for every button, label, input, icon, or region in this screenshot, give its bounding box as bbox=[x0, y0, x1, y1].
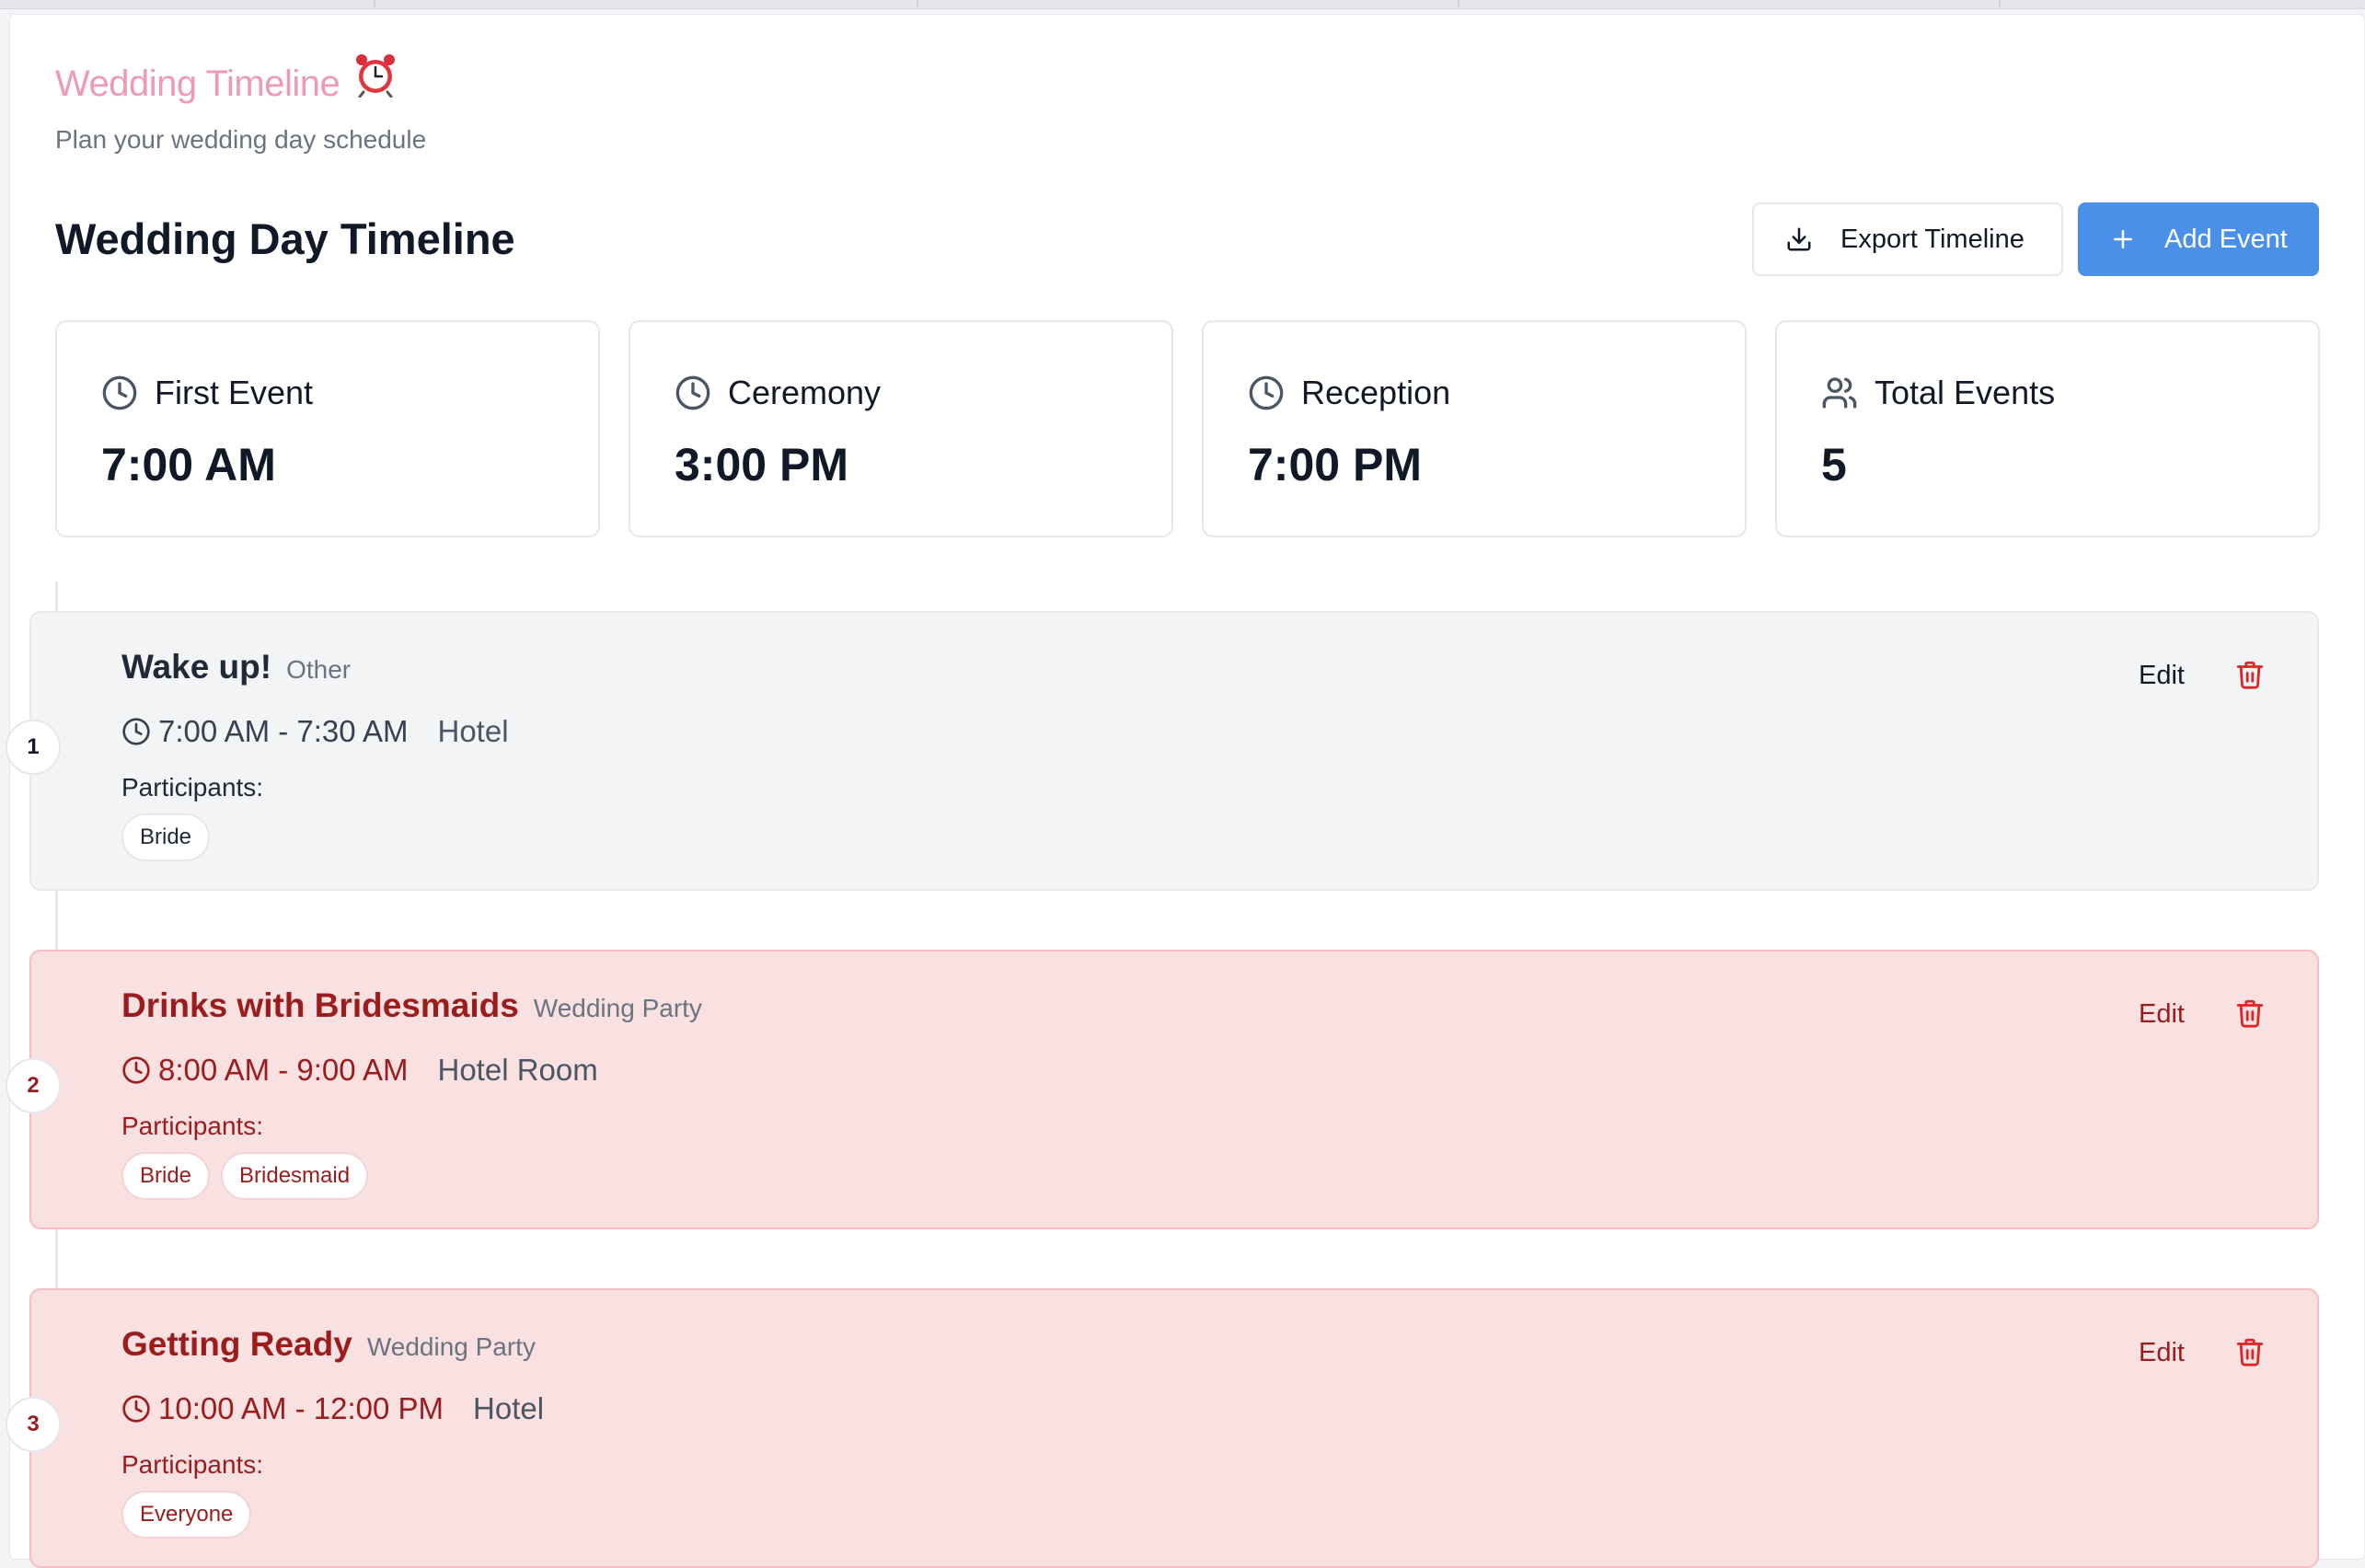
edit-button[interactable]: Edit bbox=[2139, 661, 2185, 691]
stat-card-first-event: First Event 7:00 AM bbox=[55, 320, 600, 537]
timeline-event: 1 Wake up! Other 7:00 AM - 7:30 AM Hotel… bbox=[6, 611, 2319, 891]
clock-icon bbox=[102, 375, 137, 410]
event-location: Hotel Room bbox=[437, 1053, 598, 1087]
event-category: Wedding Party bbox=[533, 994, 702, 1022]
alarm-clock-icon bbox=[352, 52, 398, 102]
event-title: Wake up! bbox=[121, 648, 272, 686]
clock-icon bbox=[1249, 375, 1284, 410]
event-number-badge: 2 bbox=[6, 1058, 61, 1113]
participant-chip: Bridesmaid bbox=[221, 1152, 369, 1200]
stat-card-total-events: Total Events 5 bbox=[1775, 320, 2320, 537]
trash-icon[interactable] bbox=[2234, 659, 2266, 695]
page-title: Wedding Day Timeline bbox=[55, 214, 515, 263]
clock-icon bbox=[122, 718, 150, 745]
app-subtitle: Plan your wedding day schedule bbox=[55, 125, 427, 154]
clock-icon bbox=[675, 375, 710, 410]
app-title: Wedding Timeline bbox=[55, 63, 340, 104]
event-category: Other bbox=[286, 655, 352, 684]
edit-button[interactable]: Edit bbox=[2139, 999, 2185, 1030]
event-location: Hotel bbox=[473, 1391, 545, 1425]
event-time: 10:00 AM - 12:00 PM bbox=[158, 1391, 444, 1425]
add-event-label: Add Event bbox=[2164, 224, 2288, 254]
participant-chip: Bride bbox=[121, 813, 211, 861]
event-number-badge: 3 bbox=[6, 1397, 61, 1452]
participants-label: Participants: bbox=[121, 773, 264, 801]
event-category: Wedding Party bbox=[366, 1332, 536, 1361]
stat-card-reception: Reception 7:00 PM bbox=[1202, 320, 1747, 537]
clock-icon bbox=[122, 1395, 150, 1423]
stat-label: Ceremony bbox=[728, 374, 882, 411]
plus-icon bbox=[2114, 230, 2132, 248]
stat-value: 5 bbox=[1821, 439, 1847, 490]
trash-icon[interactable] bbox=[2234, 997, 2266, 1033]
event-title: Drinks with Bridesmaids bbox=[121, 986, 519, 1024]
download-icon bbox=[1787, 227, 1811, 251]
event-title: Getting Ready bbox=[121, 1325, 352, 1363]
stat-card-ceremony: Ceremony 3:00 PM bbox=[629, 320, 1173, 537]
export-timeline-button[interactable]: Export Timeline bbox=[1752, 202, 2063, 276]
stat-value: 7:00 PM bbox=[1248, 439, 1422, 490]
stat-value: 3:00 PM bbox=[675, 439, 848, 490]
add-event-button[interactable]: Add Event bbox=[2078, 202, 2319, 276]
participant-chip: Everyone bbox=[121, 1491, 252, 1539]
stat-label: First Event bbox=[155, 374, 314, 411]
participant-chip: Bride bbox=[121, 1152, 211, 1200]
users-icon bbox=[1822, 377, 1857, 409]
browser-tab-strip bbox=[0, 0, 2365, 9]
event-time: 7:00 AM - 7:30 AM bbox=[158, 714, 409, 748]
participants-label: Participants: bbox=[121, 1112, 264, 1140]
trash-icon[interactable] bbox=[2234, 1336, 2266, 1372]
timeline-event: 3 Getting Ready Wedding Party 10:00 AM -… bbox=[6, 1288, 2319, 1568]
event-location: Hotel bbox=[437, 714, 509, 748]
stat-label: Reception bbox=[1301, 374, 1451, 411]
participants-label: Participants: bbox=[121, 1450, 264, 1479]
export-timeline-label: Export Timeline bbox=[1840, 224, 2025, 254]
timeline-event: 2 Drinks with Bridesmaids Wedding Party … bbox=[6, 950, 2319, 1229]
stat-value: 7:00 AM bbox=[101, 439, 276, 490]
brand: Wedding Timeline bbox=[55, 54, 398, 109]
clock-icon bbox=[122, 1056, 150, 1084]
edit-button[interactable]: Edit bbox=[2139, 1338, 2185, 1368]
event-time: 8:00 AM - 9:00 AM bbox=[158, 1053, 409, 1087]
stat-label: Total Events bbox=[1875, 374, 2056, 411]
event-number-badge: 1 bbox=[6, 720, 61, 775]
